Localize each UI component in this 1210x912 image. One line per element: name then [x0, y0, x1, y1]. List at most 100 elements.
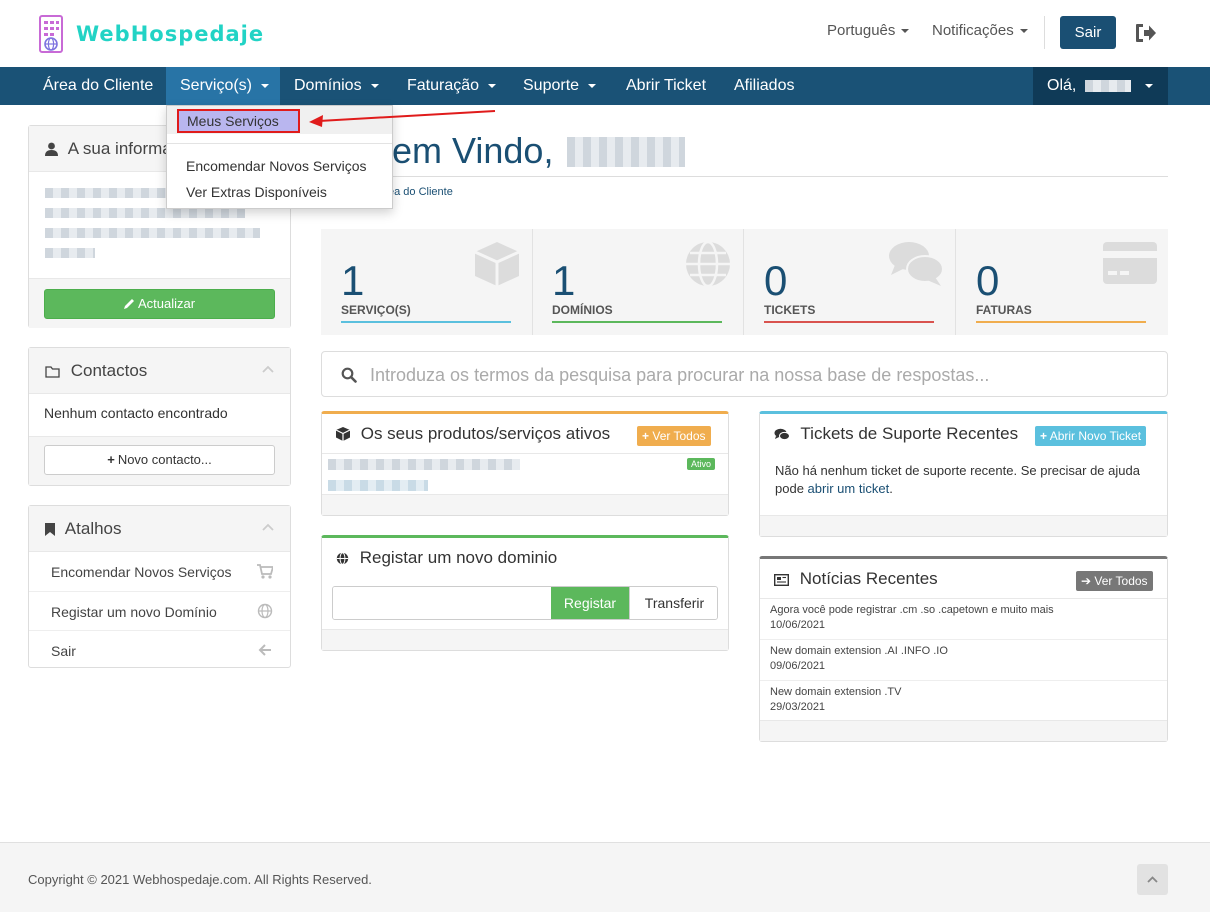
recent-tickets-header: Tickets de Suporte Recentes + Abrir Novo… — [760, 414, 1167, 454]
update-label: Actualizar — [137, 296, 196, 311]
nav-affiliates[interactable]: Afiliados — [734, 67, 794, 105]
caret-down-icon — [370, 83, 379, 88]
chevron-up-icon — [1147, 876, 1158, 883]
stat-tickets-bar — [764, 321, 934, 323]
nav-domains[interactable]: Domínios — [294, 67, 379, 105]
nav-support[interactable]: Suporte — [523, 67, 597, 105]
folder-icon — [45, 366, 60, 378]
new-contact-button[interactable]: + Novo contacto... — [44, 445, 275, 475]
news-item[interactable]: New domain extension .AI .INFO .IO 09/06… — [760, 640, 1167, 681]
stat-invoices-count: 0 — [976, 257, 1000, 304]
register-button[interactable]: Registar — [551, 587, 629, 619]
dropdown-divider — [167, 143, 392, 144]
language-label: Português — [827, 22, 896, 39]
nav-client-area[interactable]: Área do Cliente — [28, 67, 168, 105]
nav-services[interactable]: Serviço(s) — [166, 67, 280, 105]
recent-tickets-title: Tickets de Suporte Recentes — [800, 424, 1019, 443]
news-item-date: 10/06/2021 — [770, 619, 826, 631]
register-domain-footer — [322, 629, 728, 650]
shortcuts-panel: Atalhos Encomendar Novos Serviços Regist… — [28, 505, 291, 668]
nav-services-label: Serviço(s) — [180, 77, 253, 94]
news-item[interactable]: New domain extension .TV 29/03/2021 — [760, 681, 1167, 722]
notifications-label: Notificações — [932, 22, 1014, 39]
nav-domains-label: Domínios — [294, 77, 362, 94]
globe-icon — [686, 240, 730, 288]
plus-icon: + — [642, 429, 650, 443]
search-input[interactable] — [370, 360, 1150, 390]
news-item[interactable]: Agora você pode registrar .cm .so .capet… — [760, 599, 1167, 640]
contacts-header[interactable]: Contactos — [29, 348, 290, 394]
contacts-panel: Contactos Nenhum contacto encontrado + No… — [28, 347, 291, 486]
caret-down-icon — [588, 83, 597, 88]
nav-support-label: Suporte — [523, 77, 580, 94]
sign-out-icon[interactable] — [1134, 22, 1158, 44]
recent-news-header: Notícias Recentes ➔ Ver Todos — [760, 559, 1167, 599]
stat-domains-bar — [552, 321, 722, 323]
arrow-left-icon — [258, 644, 271, 656]
dropdown-item-my-services[interactable]: Meus Serviços — [177, 109, 300, 133]
bookmark-icon — [45, 523, 55, 536]
back-to-top-button[interactable] — [1137, 864, 1168, 895]
recent-news-title: Notícias Recentes — [799, 569, 938, 588]
news-view-all-button[interactable]: ➔ Ver Todos — [1076, 571, 1153, 591]
product-row[interactable]: Ativo — [322, 454, 728, 494]
status-badge: Ativo — [687, 458, 716, 470]
news-item-date: 29/03/2021 — [770, 701, 826, 713]
shortcuts-title: Atalhos — [64, 519, 122, 538]
user-icon — [45, 142, 58, 156]
dropdown-item-order-services[interactable]: Encomendar Novos Serviços — [186, 158, 367, 174]
stat-tickets-count: 0 — [764, 257, 788, 304]
pencil-icon — [123, 299, 134, 309]
recent-news-footer — [760, 720, 1167, 741]
logout-button[interactable]: Sair — [1060, 16, 1116, 49]
site-footer: Copyright © 2021 Webhospedaje.com. All R… — [0, 842, 1210, 912]
logo[interactable]: WebHospedaje — [36, 14, 264, 54]
active-products-title: Os seus produtos/serviços ativos — [360, 424, 611, 443]
tickets-empty-message: Não há nenhum ticket de suporte recente.… — [760, 454, 1167, 498]
news-item-date: 09/06/2021 — [770, 660, 826, 672]
credit-card-icon — [1103, 242, 1157, 284]
stat-invoices[interactable]: 0 FATURAS — [956, 229, 1168, 335]
redacted-product-domain — [328, 480, 428, 491]
shortcut-register-domain[interactable]: Registar um novo Domínio — [29, 591, 290, 630]
products-view-all-button[interactable]: + Ver Todos — [637, 426, 711, 446]
active-products-footer — [322, 494, 728, 515]
shortcut-order-services[interactable]: Encomendar Novos Serviços — [29, 552, 290, 591]
active-products-header: Os seus produtos/serviços ativos + Ver T… — [322, 414, 728, 454]
cube-icon — [474, 242, 520, 286]
dropdown-item-view-addons[interactable]: Ver Extras Disponíveis — [186, 184, 327, 200]
comments-icon — [774, 428, 790, 441]
stat-domains-label: DOMÍNIOS — [552, 303, 613, 317]
recent-tickets-card: Tickets de Suporte Recentes + Abrir Novo… — [759, 411, 1168, 537]
caret-down-icon — [1145, 83, 1154, 88]
plus-icon: + — [107, 452, 115, 467]
stat-domains[interactable]: 1 DOMÍNIOS — [532, 229, 744, 335]
site-header: WebHospedaje Português Notificações Sair — [0, 0, 1210, 67]
user-menu[interactable]: Olá, — [1033, 67, 1168, 105]
globe-icon — [257, 603, 273, 619]
language-dropdown[interactable]: Português — [827, 22, 910, 39]
open-ticket-link[interactable]: abrir um ticket — [808, 481, 890, 496]
shortcut-logout[interactable]: Sair — [29, 630, 290, 669]
stat-tickets[interactable]: 0 TICKETS — [744, 229, 956, 335]
notifications-dropdown[interactable]: Notificações — [932, 22, 1028, 39]
shortcuts-header[interactable]: Atalhos — [29, 506, 290, 552]
open-new-ticket-button[interactable]: + Abrir Novo Ticket — [1035, 426, 1147, 446]
welcome-text: Bem Vindo, — [368, 130, 554, 171]
building-logo-icon — [39, 15, 63, 53]
chevron-up-icon[interactable] — [262, 365, 274, 373]
nav-open-ticket[interactable]: Abrir Ticket — [626, 67, 706, 105]
update-button[interactable]: Actualizar — [44, 289, 275, 319]
domain-search-group: Registar Transferir — [332, 586, 718, 620]
domain-input[interactable] — [333, 587, 551, 619]
nav-billing[interactable]: Faturação — [407, 67, 497, 105]
knowledgebase-search — [321, 351, 1168, 397]
stat-services-count: 1 — [341, 257, 365, 304]
transfer-button[interactable]: Transferir — [629, 587, 717, 619]
recent-news-card: Notícias Recentes ➔ Ver Todos Agora você… — [759, 556, 1168, 742]
stat-services[interactable]: 1 SERVIÇO(S) — [321, 229, 533, 335]
contacts-title: Contactos — [70, 361, 148, 380]
caret-down-icon — [1019, 29, 1028, 34]
chevron-up-icon[interactable] — [262, 523, 274, 531]
redacted-product-name — [328, 459, 520, 470]
